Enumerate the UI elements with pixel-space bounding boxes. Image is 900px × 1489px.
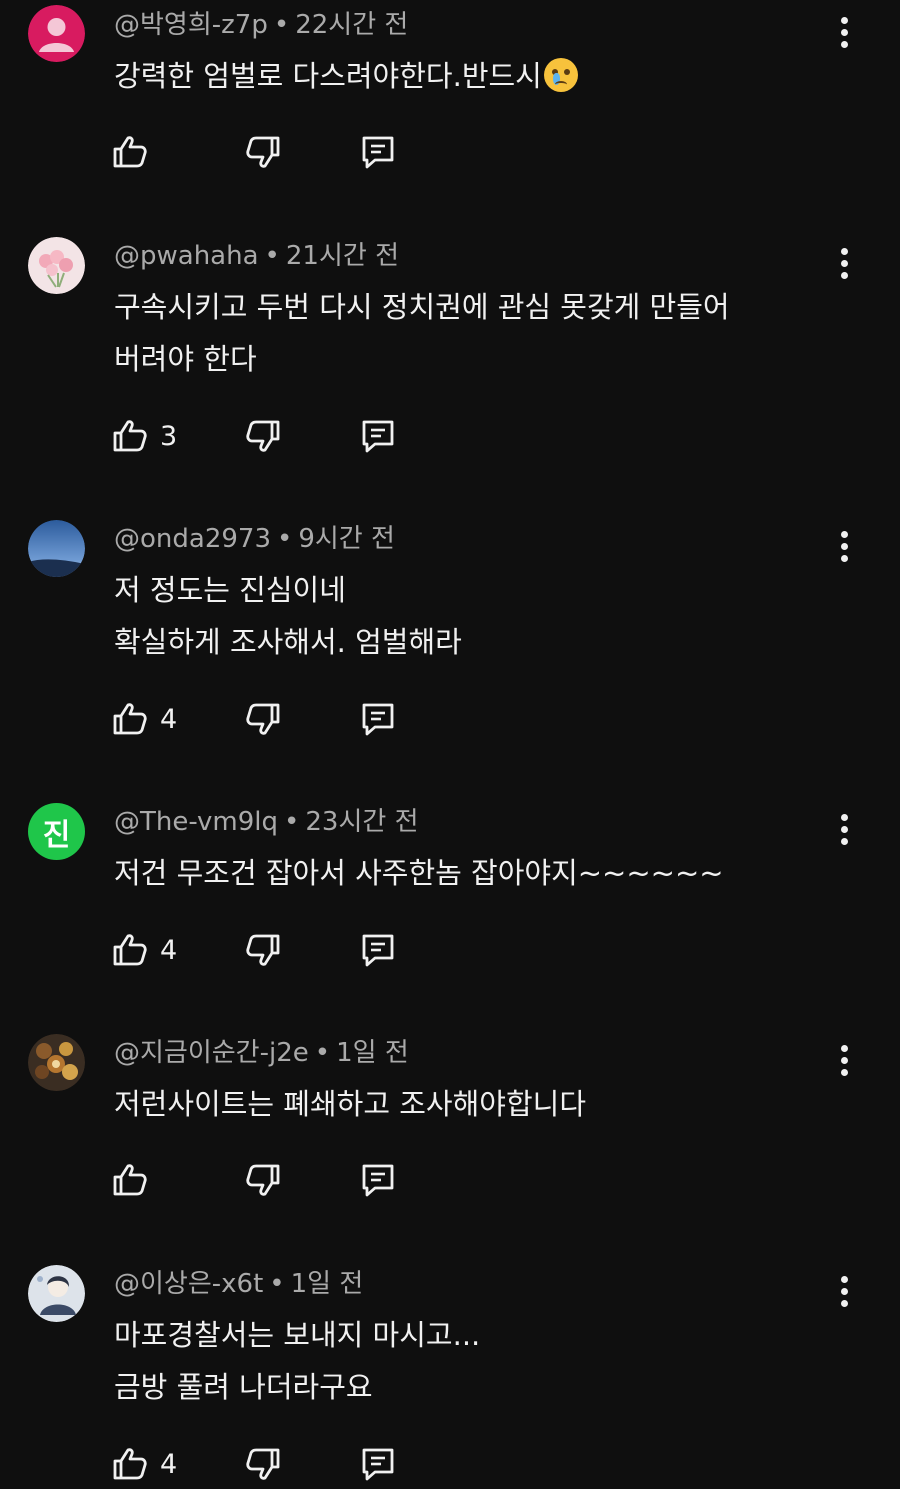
comment-meta: @The-vm9lq • 23시간 전	[114, 807, 419, 837]
comment-text: 저건 무조건 잡아서 사주한놈 잡아야지~~~~~~	[114, 847, 814, 899]
comment-actions	[110, 127, 430, 177]
comment-author[interactable]: @지금이순간-j2e	[114, 1038, 309, 1068]
reply-button[interactable]	[358, 127, 398, 177]
comment-author[interactable]: @박영희-z7p	[114, 10, 268, 40]
like-button[interactable]: 3	[110, 411, 177, 461]
reply-icon	[362, 1448, 394, 1481]
comment-time: 1일 전	[290, 1269, 364, 1299]
thumbs-down-icon	[246, 703, 280, 735]
comment-line: 저런사이트는 폐쇄하고 조사해야합니다	[114, 1087, 586, 1121]
like-button[interactable]: 4	[110, 925, 177, 975]
comment-actions: 4	[110, 925, 430, 975]
reply-icon	[362, 420, 394, 453]
thumbs-up-icon	[113, 420, 147, 452]
comment-meta: @이상은-x6t • 1일 전	[114, 1269, 364, 1299]
comment-actions	[110, 1155, 430, 1205]
avatar[interactable]	[28, 5, 85, 62]
avatar-letter: 진	[42, 817, 71, 853]
reply-icon	[362, 703, 394, 736]
thumbs-up-icon	[113, 1164, 147, 1196]
comment-text: 강력한 엄벌로 다스려야한다.반드시	[114, 50, 814, 102]
comment-time: 22시간 전	[295, 10, 409, 40]
comment-meta: @onda2973 • 9시간 전	[114, 524, 395, 554]
comment-line: 구속시키고 두번 다시 정치권에 관심 못갖게 만들어	[114, 290, 730, 324]
dislike-button[interactable]	[243, 127, 283, 177]
more-vert-icon[interactable]	[826, 1269, 862, 1313]
reply-button[interactable]	[358, 1155, 398, 1205]
thumbs-down-icon	[246, 136, 280, 168]
comment-line: 마포경찰서는 보내지 마시고...	[114, 1318, 481, 1352]
comment-author[interactable]: @pwahaha	[114, 241, 259, 271]
more-vert-icon[interactable]	[826, 241, 862, 285]
more-vert-icon[interactable]	[826, 807, 862, 851]
reply-icon	[362, 934, 394, 967]
dislike-button[interactable]	[243, 411, 283, 461]
like-button[interactable]: 4	[110, 1439, 177, 1489]
dislike-button[interactable]	[243, 925, 283, 975]
thumbs-up-icon	[113, 1448, 147, 1480]
comment-time: 23시간 전	[305, 807, 419, 837]
comment-line: 저건 무조건 잡아서 사주한놈 잡아야지~~~~~~	[114, 856, 724, 890]
comment-actions: 4	[110, 1439, 430, 1489]
avatar[interactable]	[28, 237, 85, 294]
more-vert-icon[interactable]	[826, 524, 862, 568]
like-count: 3	[160, 420, 178, 452]
reply-button[interactable]	[358, 1439, 398, 1489]
like-button[interactable]	[110, 1155, 160, 1205]
avatar[interactable]	[28, 520, 85, 577]
thumbs-down-icon	[246, 1164, 280, 1196]
comment-text: 저런사이트는 폐쇄하고 조사해야합니다	[114, 1078, 814, 1130]
avatar[interactable]	[28, 1265, 85, 1322]
dislike-button[interactable]	[243, 1439, 283, 1489]
more-vert-icon[interactable]	[826, 10, 862, 54]
comment-time: 1일 전	[336, 1038, 409, 1068]
thumbs-down-icon	[246, 420, 280, 452]
dislike-button[interactable]	[243, 694, 283, 744]
thumbs-down-icon	[246, 1448, 280, 1480]
comment-line: 버려야 한다	[114, 342, 257, 376]
dislike-button[interactable]	[243, 1155, 283, 1205]
reply-button[interactable]	[358, 411, 398, 461]
avatar[interactable]: 진	[28, 803, 85, 860]
comment-line: 저 정도는 진심이네	[114, 573, 346, 607]
crying-face-icon	[543, 58, 578, 92]
comment-time: 9시간 전	[298, 524, 395, 554]
comment-line: 확실하게 조사해서. 엄벌해라	[114, 625, 462, 659]
comment-text: 저 정도는 진심이네 확실하게 조사해서. 엄벌해라	[114, 564, 814, 668]
comment-meta: @지금이순간-j2e • 1일 전	[114, 1038, 409, 1068]
comment-time: 21시간 전	[285, 241, 399, 271]
reply-button[interactable]	[358, 925, 398, 975]
comment-actions: 4	[110, 694, 430, 744]
comment-author[interactable]: @The-vm9lq	[114, 807, 278, 837]
reply-button[interactable]	[358, 694, 398, 744]
like-button[interactable]: 4	[110, 694, 177, 744]
like-count: 4	[160, 934, 178, 966]
comment-meta: @pwahaha • 21시간 전	[114, 241, 399, 271]
comment-text: 구속시키고 두번 다시 정치권에 관심 못갖게 만들어 버려야 한다	[114, 281, 814, 385]
comment-author[interactable]: @이상은-x6t	[114, 1269, 263, 1299]
like-count: 4	[160, 1448, 178, 1480]
comment-actions: 3	[110, 411, 430, 461]
comment-author[interactable]: @onda2973	[114, 524, 271, 554]
more-vert-icon[interactable]	[826, 1038, 862, 1082]
avatar[interactable]	[28, 1034, 85, 1091]
thumbs-up-icon	[113, 934, 147, 966]
like-count: 4	[160, 703, 178, 735]
comment-text: 마포경찰서는 보내지 마시고... 금방 풀려 나더라구요	[114, 1309, 814, 1413]
thumbs-up-icon	[113, 136, 147, 168]
thumbs-down-icon	[246, 934, 280, 966]
comment-line: 금방 풀려 나더라구요	[114, 1370, 373, 1404]
comment-meta: @박영희-z7p • 22시간 전	[114, 10, 409, 40]
reply-icon	[362, 136, 394, 169]
like-button[interactable]	[110, 127, 160, 177]
reply-icon	[362, 1164, 394, 1197]
thumbs-up-icon	[113, 703, 147, 735]
comment-line: 강력한 엄벌로 다스려야한다.반드시	[114, 59, 542, 93]
